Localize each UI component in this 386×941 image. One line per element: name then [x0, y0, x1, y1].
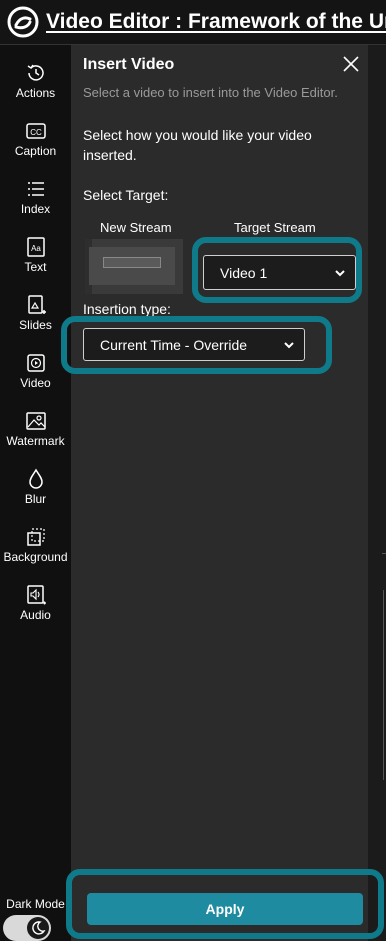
editor-background-strip — [368, 45, 386, 941]
sidebar-item-label: Slides — [19, 318, 52, 332]
sidebar-item-blur[interactable]: Blur — [0, 468, 71, 506]
target-stream-value: Video 1 — [220, 264, 268, 281]
toggle-knob — [27, 917, 49, 939]
list-icon — [27, 182, 44, 196]
sidebar-item-caption[interactable]: CC Caption — [0, 120, 71, 158]
dark-mode-label: Dark Mode — [6, 897, 65, 911]
slides-icon — [27, 295, 46, 314]
title-bar: Video Editor : Framework of the Uni — [0, 0, 386, 45]
chevron-down-icon — [284, 341, 294, 348]
sidebar-item-label: Blur — [24, 492, 47, 506]
svg-text:Aa: Aa — [31, 244, 41, 253]
insertion-type-label: Insertion type: — [83, 301, 171, 317]
dark-mode-toggle[interactable] — [3, 915, 51, 941]
tool-sidebar: Actions CC Caption Index Aa Text Slides — [0, 45, 71, 941]
cc-icon: CC — [25, 123, 46, 139]
background-icon — [26, 528, 45, 546]
svg-text:CC: CC — [30, 128, 42, 137]
sidebar-item-label: Background — [3, 550, 68, 564]
sidebar-item-label: Caption — [14, 144, 57, 158]
panel-subtitle: Select a video to insert into the Video … — [83, 85, 338, 100]
sidebar-item-label: Video — [20, 376, 51, 390]
history-icon — [27, 64, 44, 81]
sidebar-item-index[interactable]: Index — [0, 178, 71, 216]
sidebar-item-actions[interactable]: Actions — [0, 62, 71, 100]
droplet-icon — [28, 468, 43, 489]
close-icon[interactable] — [342, 55, 360, 73]
new-stream-label: New Stream — [100, 220, 172, 235]
insert-video-panel: Insert Video Select a video to insert in… — [61, 45, 368, 941]
new-stream-thumbnail — [85, 239, 183, 294]
text-aa-icon: Aa — [26, 237, 45, 257]
panel-description: Select how you would like your video ins… — [83, 127, 312, 163]
insertion-type-value: Current Time - Override — [100, 336, 248, 353]
select-target-label: Select Target: — [83, 187, 169, 203]
sidebar-item-background[interactable]: Background — [0, 526, 71, 564]
panel-title: Insert Video — [83, 56, 175, 73]
image-icon — [25, 412, 46, 430]
app-title: Video Editor : Framework of the Uni — [46, 10, 386, 33]
sidebar-item-label: Audio — [20, 608, 51, 622]
audio-icon — [26, 585, 46, 605]
sidebar-item-watermark[interactable]: Watermark — [0, 410, 71, 448]
sidebar-item-audio[interactable]: Audio — [0, 584, 71, 622]
video-play-icon — [26, 354, 45, 372]
sidebar-item-label: Actions — [15, 86, 56, 100]
target-stream-label: Target Stream — [234, 220, 316, 235]
sidebar-item-label: Watermark — [6, 434, 65, 448]
chevron-down-icon — [335, 269, 345, 276]
insertion-type-select[interactable]: Current Time - Override — [83, 328, 305, 361]
apply-button[interactable]: Apply — [87, 893, 363, 925]
sidebar-item-label: Text — [24, 260, 47, 274]
sidebar-item-label: Index — [20, 202, 51, 216]
app-logo-icon — [7, 6, 39, 38]
sidebar-item-text[interactable]: Aa Text — [0, 236, 71, 274]
target-stream-select[interactable]: Video 1 — [203, 255, 356, 290]
moon-icon — [32, 921, 46, 935]
